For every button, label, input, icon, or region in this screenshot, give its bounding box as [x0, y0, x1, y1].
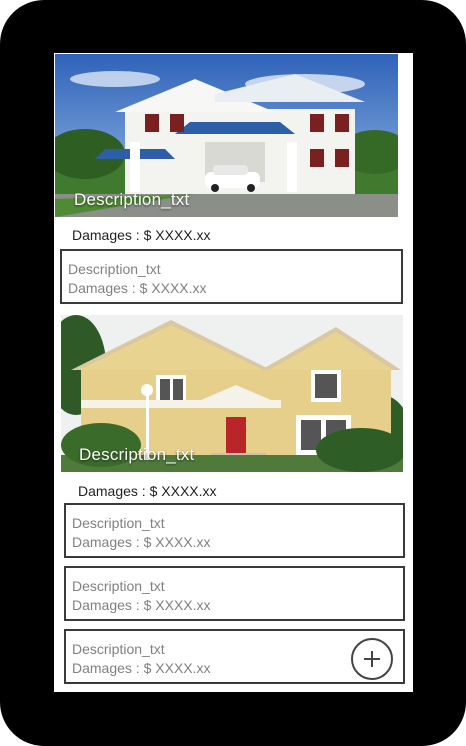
listing-damages: Damages : $ XXXX.xx	[72, 227, 211, 243]
card-description: Description_txt	[72, 641, 165, 657]
card-description: Description_txt	[72, 515, 165, 531]
damage-card[interactable]: Description_txt Damages : $ XXXX.xx	[64, 566, 405, 621]
card-description: Description_txt	[68, 261, 161, 277]
plus-icon	[364, 651, 380, 667]
card-damages: Damages : $ XXXX.xx	[72, 534, 211, 550]
listing-caption: Description_txt	[74, 190, 190, 209]
listing-caption: Description_txt	[79, 445, 195, 464]
damage-card[interactable]: Description_txt Damages : $ XXXX.xx	[60, 249, 403, 304]
card-description: Description_txt	[72, 578, 165, 594]
card-damages: Damages : $ XXXX.xx	[72, 660, 211, 676]
phone-frame: Description_txt Damages : $ XXXX.xx Desc…	[0, 0, 466, 746]
listing-photo-2[interactable]: Description_txt	[61, 315, 403, 472]
damage-card[interactable]: Description_txt Damages : $ XXXX.xx	[64, 503, 405, 558]
app-screen: Description_txt Damages : $ XXXX.xx Desc…	[54, 53, 413, 692]
card-damages: Damages : $ XXXX.xx	[68, 280, 207, 296]
damage-card[interactable]: Description_txt Damages : $ XXXX.xx	[64, 629, 405, 684]
listing-damages: Damages : $ XXXX.xx	[78, 483, 217, 499]
card-damages: Damages : $ XXXX.xx	[72, 597, 211, 613]
listing-photo-1[interactable]: Description_txt	[55, 54, 398, 217]
add-button[interactable]	[351, 638, 393, 680]
